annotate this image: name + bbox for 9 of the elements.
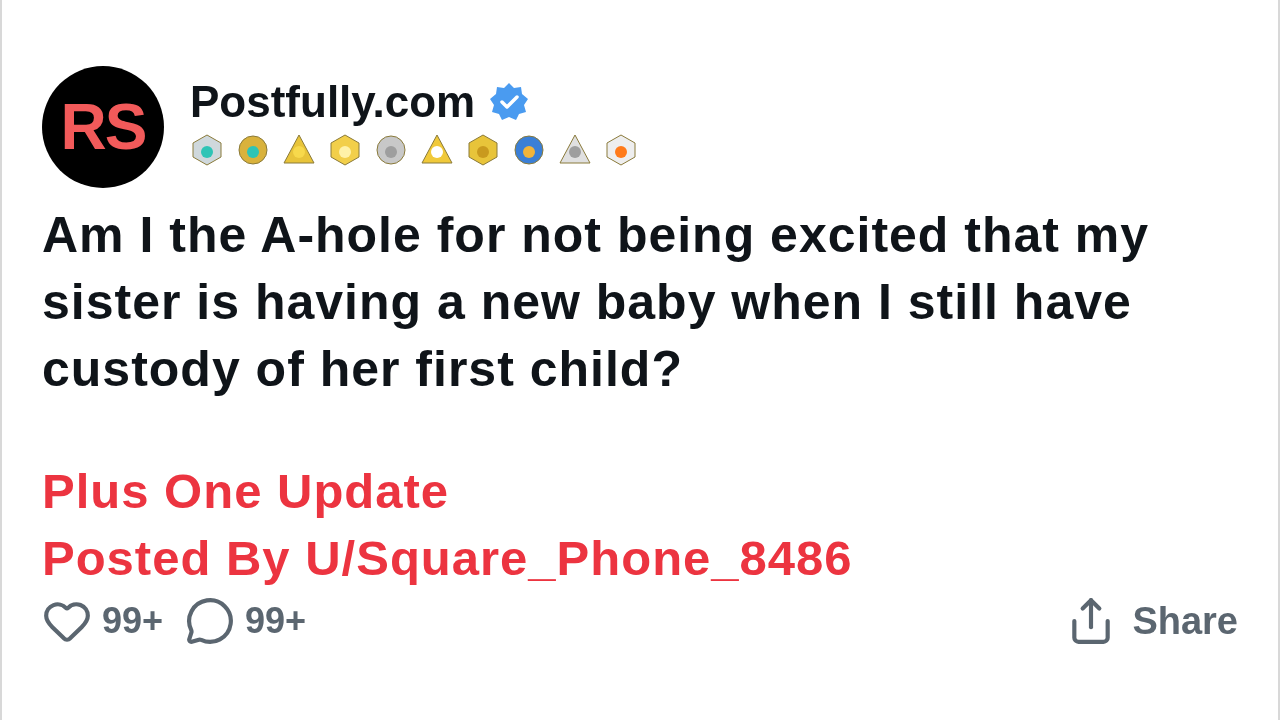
comment-count: 99+: [245, 600, 307, 642]
like-count: 99+: [102, 600, 164, 642]
post-title: Am I the A-hole for not being excited that my sister is having a new baby when I still have custody of her first child?: [42, 206, 1151, 399]
update-line: Plus One Update: [42, 463, 451, 520]
avatar: RS: [42, 66, 164, 188]
update-line: Posted By U/Square_Phone_8486: [42, 530, 854, 587]
share-button[interactable]: Share: [1066, 596, 1238, 646]
author-name: Postfully.com: [190, 77, 476, 127]
comment-icon[interactable]: [185, 596, 236, 646]
